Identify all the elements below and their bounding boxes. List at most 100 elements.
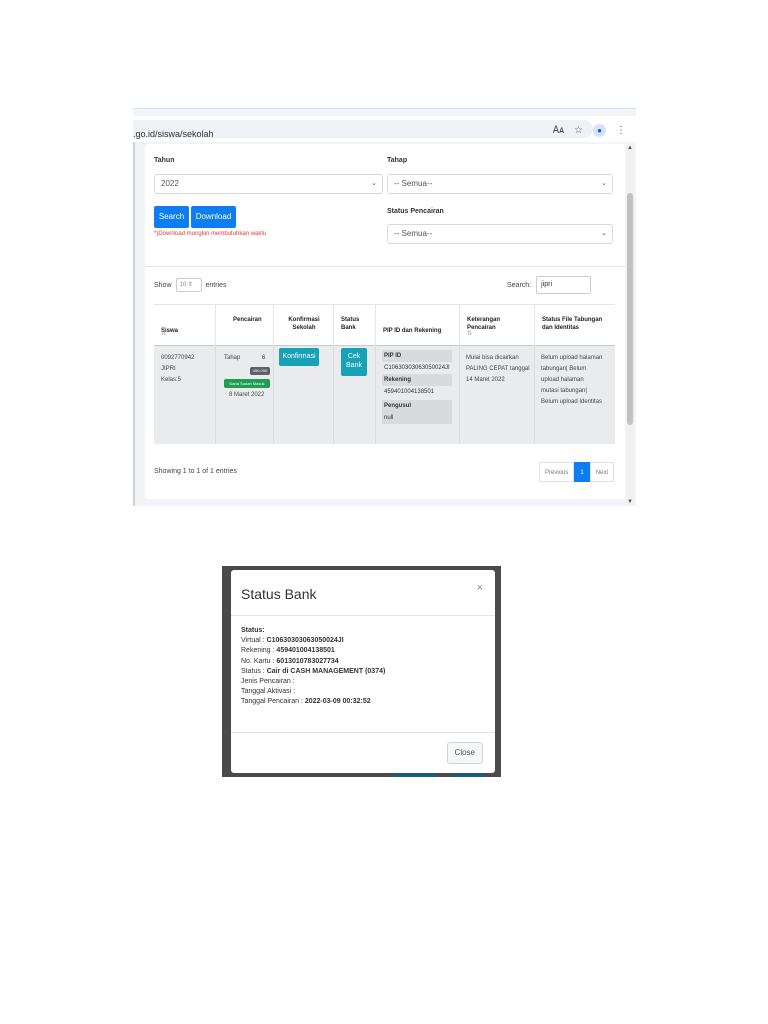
rekening-value: 459401004138501 bbox=[382, 386, 452, 398]
download-button[interactable]: Download bbox=[191, 206, 236, 228]
col-status-bank[interactable]: Status Bank bbox=[334, 305, 376, 346]
modal-body: Status: Virtual : C10630303063050024JI R… bbox=[241, 626, 385, 708]
table-row: 0092770942 JIPRI Kelas:5 Tahap 6 450.000… bbox=[154, 346, 615, 444]
status-file-line4: mutasi tabungan| bbox=[541, 388, 587, 394]
status-value: Cair di CASH MANAGEMENT (0374) bbox=[266, 667, 386, 675]
col-pip-label: PIP ID dan Rekening bbox=[383, 328, 442, 334]
search-input[interactable]: jipri bbox=[536, 276, 592, 294]
previous-button[interactable]: Previous bbox=[539, 462, 575, 482]
sort-icon: ⇅ bbox=[467, 331, 473, 337]
url-field[interactable]: .go.id/siswa/sekolah bbox=[133, 120, 593, 139]
cell-pip: PIP ID C10630303063050024JI Rekening 459… bbox=[376, 346, 460, 444]
dana-status-badge: Dana Sudah Masuk bbox=[224, 379, 270, 388]
keterangan-line1: Mulai bisa dicairkan bbox=[466, 355, 519, 361]
filter-card: Tahun 2022 ⌄ Tahap -- Semua-- ⌄ Search D… bbox=[145, 144, 625, 499]
status-label: Status : bbox=[241, 667, 267, 675]
browser-address-bar: .go.id/siswa/sekolah 🗛 ☆ ● ⋮ bbox=[133, 116, 636, 142]
page-content: Tahun 2022 ⌄ Tahap -- Semua-- ⌄ Search D… bbox=[133, 142, 626, 506]
pengusul-value: null bbox=[382, 412, 452, 424]
status-file-line5: Belum upload Identitas bbox=[541, 399, 603, 405]
siswa-name: JIPRI bbox=[161, 366, 176, 372]
pengusul-label: Pengusul bbox=[382, 400, 452, 412]
sekolah-page-screenshot: .go.id/siswa/sekolah 🗛 ☆ ● ⋮ Tahun 2022 … bbox=[133, 108, 636, 506]
col-status-bank-label: Status Bank bbox=[341, 317, 360, 331]
kartu-label: No. Kartu : bbox=[241, 657, 277, 665]
status-file-line3: upload halaman bbox=[541, 377, 584, 383]
rekening-value: 459401004138501 bbox=[276, 647, 335, 655]
cell-pencairan: Tahap 6 450.000 Dana Sudah Masuk 8 Maret… bbox=[216, 346, 274, 444]
tahun-value: 2022 bbox=[161, 179, 179, 188]
entries-select[interactable]: 10 ⇕ bbox=[175, 278, 202, 292]
cell-keterangan: Mulai bisa dicairkan PALING CEPAT tangga… bbox=[460, 346, 535, 444]
tahap-label: Tahap bbox=[387, 157, 408, 164]
chevron-down-icon: ⌄ bbox=[601, 230, 607, 237]
status-pencairan-label: Status Pencairan bbox=[387, 208, 444, 215]
close-button[interactable]: Close bbox=[446, 742, 483, 764]
status-bank-modal-screenshot: Status Bank × Status: Virtual : C1063030… bbox=[222, 566, 501, 777]
chevron-down-icon: ⌄ bbox=[371, 180, 377, 187]
table-header: Siswa ⇅ Pencairan Konfirmasi Sekolah Sta… bbox=[154, 304, 615, 346]
col-konfirmasi[interactable]: Konfirmasi Sekolah bbox=[274, 305, 334, 346]
menu-icon[interactable]: ⋮ bbox=[616, 125, 626, 136]
col-pencairan[interactable]: Pencairan bbox=[216, 305, 274, 346]
status-file-line1: Belum upload halaman bbox=[541, 355, 603, 361]
col-pencairan-label: Pencairan bbox=[233, 317, 262, 323]
scroll-up-icon[interactable]: ▲ bbox=[626, 145, 634, 151]
col-keterangan[interactable]: Keterangan Pencairan ⇅ bbox=[460, 305, 535, 346]
scroll-thumb[interactable] bbox=[627, 193, 633, 425]
col-status-file-label: Status File Tabungan dan Identitas bbox=[542, 317, 603, 331]
pencairan-date: 8 Maret 2022 bbox=[229, 392, 265, 398]
cell-status-file: Belum upload halaman tabungan| Belum upl… bbox=[535, 346, 615, 444]
tahun-label: Tahun bbox=[154, 157, 175, 164]
tahap-select[interactable]: -- Semua-- ⌄ bbox=[387, 174, 613, 194]
cell-siswa: 0092770942 JIPRI Kelas:5 bbox=[154, 346, 216, 444]
scroll-down-icon[interactable]: ▼ bbox=[626, 499, 634, 505]
close-icon[interactable]: × bbox=[477, 582, 483, 594]
siswa-kelas: Kelas:5 bbox=[161, 377, 182, 383]
konfirmasi-button[interactable]: Konfirmasi bbox=[279, 348, 319, 366]
status-heading: Status: bbox=[241, 627, 265, 634]
tahap-value: -- Semua-- bbox=[394, 179, 433, 188]
rekening-label: Rekening bbox=[382, 374, 452, 386]
tanggal-aktivasi-label: Tanggal Aktivasi : bbox=[241, 688, 296, 696]
modal-footer-divider bbox=[231, 732, 495, 733]
col-siswa[interactable]: Siswa ⇅ bbox=[154, 305, 216, 346]
modal-title: Status Bank bbox=[241, 586, 317, 602]
showing-entries-text: Showing 1 to 1 of 1 entries bbox=[154, 468, 237, 475]
next-button[interactable]: Next bbox=[589, 462, 615, 482]
search-label: Search: bbox=[507, 281, 532, 289]
entries-value: 10 bbox=[179, 282, 187, 288]
jenis-pencairan-label: Jenis Pencairan : bbox=[241, 678, 295, 686]
profile-icon[interactable]: ● bbox=[593, 123, 606, 137]
entries-label: entries bbox=[205, 281, 227, 289]
tahap-number: 6 bbox=[262, 355, 266, 361]
rekening-label: Rekening : bbox=[241, 647, 277, 655]
vertical-scrollbar[interactable]: ▲ ▼ bbox=[626, 145, 634, 505]
siswa-id: 0092770942 bbox=[161, 355, 195, 361]
sort-icon: ⇅ bbox=[161, 331, 167, 337]
keterangan-line3: 14 Maret 2022 bbox=[466, 377, 505, 383]
search-button[interactable]: Search bbox=[154, 206, 189, 228]
tahun-select[interactable]: 2022 ⌄ bbox=[154, 174, 383, 194]
status-bank-modal: Status Bank × Status: Virtual : C1063030… bbox=[231, 570, 495, 773]
page-1-button[interactable]: 1 bbox=[574, 462, 590, 482]
translate-icon[interactable]: 🗛 bbox=[553, 125, 564, 136]
star-icon[interactable]: ☆ bbox=[574, 125, 583, 136]
pip-id-value: C10630303063050024JI bbox=[382, 362, 452, 374]
tahap-text: Tahap bbox=[224, 355, 241, 361]
status-file-line2: tabungan| Belum bbox=[541, 366, 587, 372]
cell-status-bank: Cek Bank bbox=[334, 346, 376, 444]
col-status-file[interactable]: Status File Tabungan dan Identitas bbox=[535, 305, 615, 346]
amount-badge: 450.000 bbox=[250, 367, 270, 375]
modal-header-divider bbox=[231, 615, 495, 616]
col-pip[interactable]: PIP ID dan Rekening bbox=[376, 305, 460, 346]
virtual-value: C10630303063050024JI bbox=[266, 637, 344, 645]
cek-bank-button[interactable]: Cek Bank bbox=[341, 348, 367, 376]
tanggal-pencairan-label: Tanggal Pencairan : bbox=[241, 698, 305, 706]
cell-konfirmasi: Konfirmasi bbox=[274, 346, 334, 444]
table-search: Search: jipri bbox=[507, 276, 592, 294]
col-konfirmasi-label: Konfirmasi Sekolah bbox=[288, 317, 320, 331]
status-pencairan-value: -- Semua-- bbox=[394, 229, 433, 238]
status-pencairan-select[interactable]: -- Semua-- ⌄ bbox=[387, 224, 613, 244]
card-divider bbox=[145, 266, 625, 267]
